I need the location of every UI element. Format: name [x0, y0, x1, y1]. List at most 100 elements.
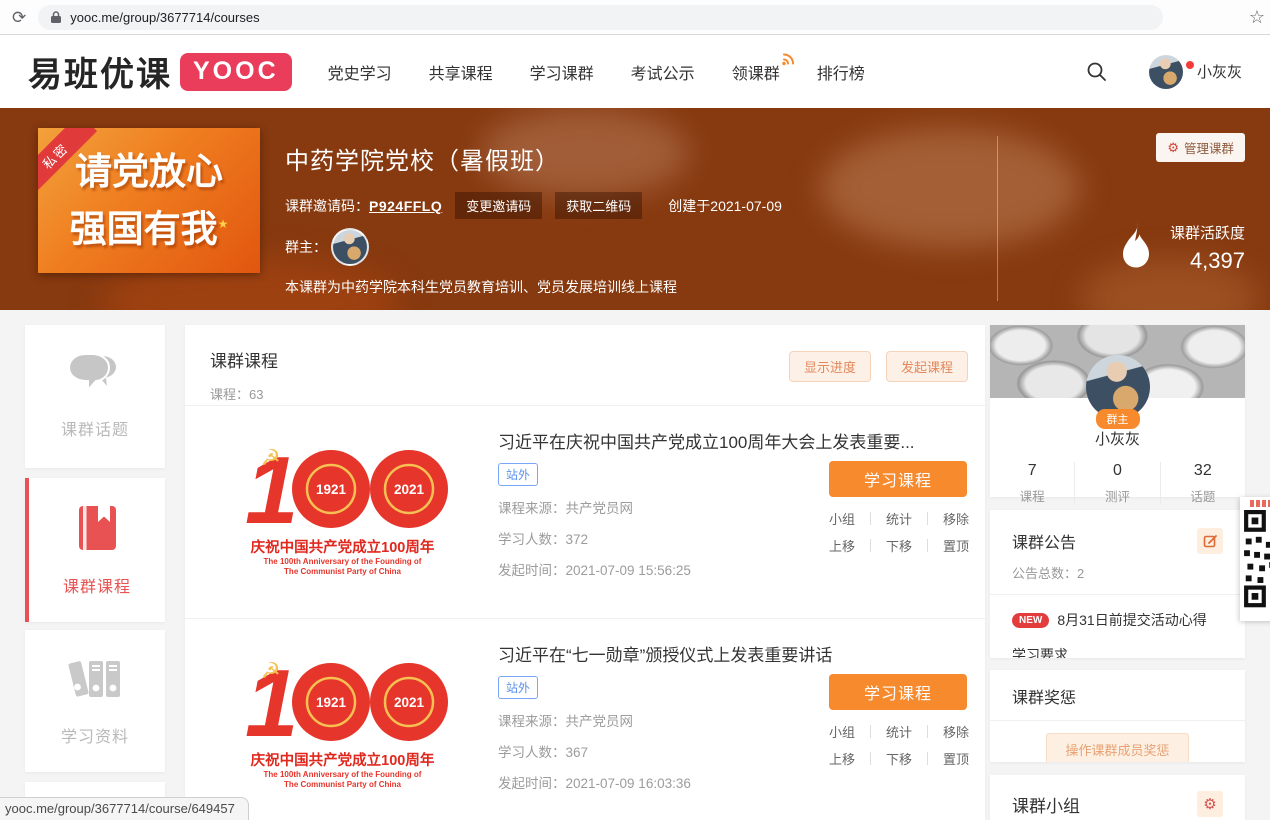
move-up-link[interactable]: 上移 — [829, 749, 855, 768]
course-start-time: 发起时间：2021-07-09 15:56:25 — [498, 559, 817, 579]
sidebar-item-materials[interactable]: 学习资料 — [25, 630, 165, 772]
activity-label: 课群活跃度 — [1170, 222, 1245, 243]
remove-link[interactable]: 移除 — [943, 509, 969, 528]
owner-badge: 群主 — [1096, 409, 1140, 429]
groups-settings-button[interactable]: ⚙ — [1197, 791, 1223, 817]
study-course-button[interactable]: 学习课程 — [829, 674, 967, 710]
course-start-time: 发起时间：2021-07-09 16:03:36 — [498, 772, 817, 792]
separator — [870, 725, 871, 738]
nav-item-party-history[interactable]: 党史学习 — [328, 60, 392, 84]
course-count: 课程：63 — [210, 384, 960, 403]
course-columns: 站外 课程来源：共产党员网 学习人数：367 发起时间：2021-07-09 1… — [498, 674, 969, 792]
nav-item-exam-notice[interactable]: 考试公示 — [631, 60, 695, 84]
navbar: 易班优课 YOOC 党史学习 共享课程 学习课群 考试公示 领课群 排行榜 — [0, 35, 1270, 108]
manage-group-button[interactable]: ⚙ 管理课群 — [1156, 133, 1245, 162]
sidebar-item-topics[interactable]: 课群话题 — [25, 325, 165, 468]
announcement-text: 学习要求 — [1012, 645, 1068, 658]
invite-code-link[interactable]: P924FFLQ — [369, 198, 442, 214]
link-status-tooltip: yooc.me/group/3677714/course/649457 — [0, 797, 249, 820]
group-banner: 请党放心 强国有我★ 私密 中药学院党校（暑假班） 课群邀请码： P924FFL… — [0, 108, 1270, 310]
cover-slogan-line2: 强国有我★ — [70, 198, 229, 255]
divider — [990, 720, 1245, 721]
move-up-link[interactable]: 上移 — [829, 536, 855, 555]
year-2021: 2021 — [393, 482, 424, 497]
header-buttons: 显示进度 发起课程 — [789, 351, 968, 382]
browser-bar: ⟳ yooc.me/group/3677714/courses ☆ — [0, 0, 1270, 35]
address-bar[interactable]: yooc.me/group/3677714/courses — [38, 5, 1163, 30]
stats-link[interactable]: 统计 — [886, 509, 912, 528]
stat-assessments[interactable]: 0 测评 — [1074, 462, 1159, 505]
stat-label: 课程 — [990, 486, 1074, 505]
stat-courses[interactable]: 7 课程 — [990, 462, 1074, 505]
course-title[interactable]: 习近平在庆祝中国共产党成立100周年大会上发表重要... — [498, 428, 969, 453]
announcement-item[interactable]: 学习要求 — [1012, 645, 1223, 658]
offsite-badge: 站外 — [498, 676, 538, 699]
nav-item-claim-group-label: 领课群 — [732, 66, 780, 83]
course-thumbnail[interactable]: 1 ☭ 1921 2021 庆祝中国共产党成立100周年 The 100th A… — [225, 428, 460, 588]
manage-rewards-button[interactable]: 操作课群成员奖惩 — [1046, 733, 1188, 762]
binders-icon — [66, 656, 124, 707]
create-course-button[interactable]: 发起课程 — [886, 351, 968, 382]
invite-code-label: 课群邀请码： — [285, 196, 369, 216]
stat-value: 7 — [990, 462, 1074, 480]
group-description: 本课群为中药学院本科生党员教育培训、党员发展培训线上课程 — [285, 277, 782, 297]
year-2021: 2021 — [393, 695, 424, 710]
group-info: 中药学院党校（暑假班） 课群邀请码： P924FFLQ 变更邀请码 获取二维码 … — [285, 141, 782, 297]
nav-item-shared-courses[interactable]: 共享课程 — [429, 60, 493, 84]
course-meta: 站外 课程来源：共产党员网 学习人数：367 发起时间：2021-07-09 1… — [498, 674, 817, 792]
pin-top-link[interactable]: 置顶 — [943, 536, 969, 555]
cover-slogan-line2-text: 强国有我 — [70, 208, 218, 249]
qr-code-widget[interactable] — [1240, 497, 1270, 621]
course-actions: 学习课程 小组 统计 移除 上移 — [829, 674, 969, 792]
course-thumbnail[interactable]: 1 ☭ 1921 2021 庆祝中国共产党成立100周年 The 100th A… — [225, 641, 460, 801]
remove-link[interactable]: 移除 — [943, 722, 969, 741]
course-title[interactable]: 习近平在“七一勋章”颁授仪式上发表重要讲话 — [498, 641, 969, 666]
qr-caption — [1250, 500, 1270, 507]
separator — [870, 512, 871, 525]
edit-announcement-button[interactable] — [1197, 528, 1223, 554]
announcements-card: 课群公告 公告总数：2 NEW 8月31日前提交活动心得 学习要求 — [990, 510, 1245, 658]
group-link[interactable]: 小组 — [829, 722, 855, 741]
action-links: 小组 统计 移除 上移 下移 — [829, 722, 969, 768]
separator — [870, 752, 871, 765]
rewards-header: 课群奖惩 — [990, 670, 1245, 720]
reload-icon[interactable]: ⟳ — [12, 9, 26, 26]
sidebar-item-courses[interactable]: 课群课程 — [25, 478, 165, 622]
show-progress-button[interactable]: 显示进度 — [789, 351, 871, 382]
thumb-caption-en2: The Communist Party of China — [284, 567, 401, 577]
thumb-caption-en1: The 100th Anniversary of the Founding of — [264, 770, 422, 780]
pin-top-link[interactable]: 置顶 — [943, 749, 969, 768]
change-invite-code-button[interactable]: 变更邀请码 — [455, 192, 542, 219]
nav-item-study-groups[interactable]: 学习课群 — [530, 60, 594, 84]
nav-item-claim-group[interactable]: 领课群 — [732, 60, 780, 84]
move-down-link[interactable]: 下移 — [886, 749, 912, 768]
search-icon[interactable] — [1086, 61, 1107, 82]
get-qrcode-button[interactable]: 获取二维码 — [555, 192, 642, 219]
url-text: yooc.me/group/3677714/courses — [70, 10, 259, 25]
announcement-item[interactable]: NEW 8月31日前提交活动心得 — [1012, 610, 1223, 630]
group-link[interactable]: 小组 — [829, 509, 855, 528]
gear-icon: ⚙ — [1167, 141, 1179, 154]
course-body: 习近平在“七一勋章”颁授仪式上发表重要讲话 站外 课程来源：共产党员网 学习人数… — [498, 641, 969, 801]
gear-icon: ⚙ — [1203, 797, 1216, 812]
nav-item-ranking[interactable]: 排行榜 — [817, 60, 865, 84]
thumb-caption-en1: The 100th Anniversary of the Founding of — [264, 557, 422, 567]
new-badge: NEW — [1012, 613, 1049, 628]
anniversary-100-logo: 1 ☭ 1921 2021 — [237, 652, 449, 748]
username[interactable]: 小灰灰 — [1197, 61, 1242, 82]
flame-icon — [1115, 221, 1157, 274]
rewards-button-row: 操作课群成员奖惩 — [990, 733, 1245, 762]
user-avatar[interactable] — [1149, 55, 1183, 89]
study-course-button[interactable]: 学习课程 — [829, 461, 967, 497]
course-source: 课程来源：共产党员网 — [498, 710, 817, 730]
bookmark-star-icon[interactable]: ☆ — [1249, 7, 1265, 28]
activity-text: 课群活跃度 4,397 — [1170, 222, 1245, 274]
course-body: 习近平在庆祝中国共产党成立100周年大会上发表重要... 站外 课程来源：共产党… — [498, 428, 969, 588]
owner-avatar[interactable] — [331, 228, 369, 266]
move-down-link[interactable]: 下移 — [886, 536, 912, 555]
logo-text: 易班优课 — [28, 47, 172, 96]
course-row: 1 ☭ 1921 2021 庆祝中国共产党成立100周年 The 100th A… — [185, 619, 985, 820]
logo[interactable]: 易班优课 YOOC — [28, 47, 292, 96]
stats-link[interactable]: 统计 — [886, 722, 912, 741]
stat-topics[interactable]: 32 话题 — [1160, 462, 1245, 505]
